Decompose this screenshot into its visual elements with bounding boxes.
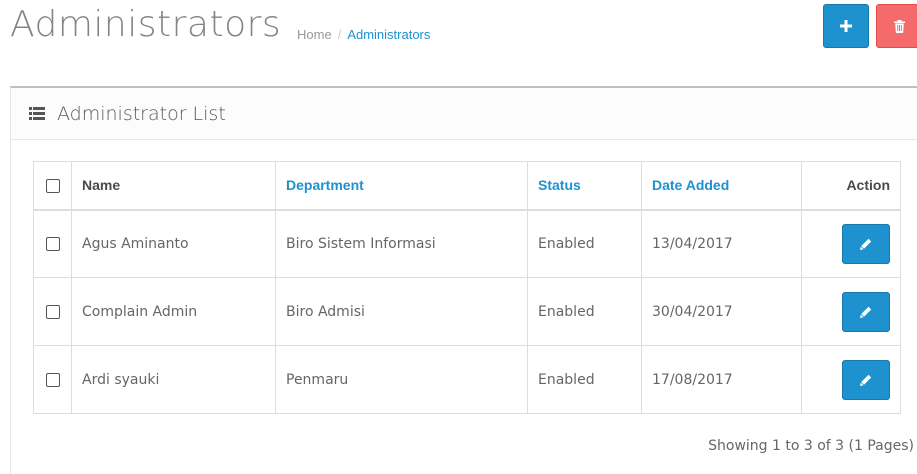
trash-icon [893,19,905,33]
add-new-button[interactable] [823,4,869,48]
column-header-action: Action [801,161,901,211]
cell-department: Biro Admisi [275,277,528,346]
cell-department: Penmaru [275,345,528,414]
delete-button[interactable] [876,4,917,48]
column-header-date-added[interactable]: Date Added [641,161,802,211]
row-checkbox[interactable] [45,236,60,251]
administrators-table: Name Department Status Date Added Action… [33,161,901,414]
edit-button[interactable] [842,223,890,264]
cell-status: Enabled [527,345,642,414]
breadcrumb-separator: / [337,27,342,42]
cell-date-added: 17/08/2017 [641,345,802,414]
cell-status: Enabled [527,209,642,278]
edit-button[interactable] [842,291,890,332]
cell-name: Agus Aminanto [71,209,276,278]
breadcrumb: Home / Administrators [297,27,430,42]
table-row: Agus Aminanto Biro Sistem Informasi Enab… [33,209,901,278]
edit-button[interactable] [842,359,890,400]
table-row: Complain Admin Biro Admisi Enabled 30/04… [33,277,901,346]
cell-status: Enabled [527,277,642,346]
cell-date-added: 13/04/2017 [641,209,802,278]
administrator-list-panel: Administrator List Name Department Statu… [10,86,917,474]
cell-department: Biro Sistem Informasi [275,209,528,278]
panel-heading: Administrator List [11,88,917,140]
column-header-status[interactable]: Status [527,161,642,211]
table-row: Ardi syauki Penmaru Enabled 17/08/2017 [33,345,901,414]
pencil-icon [860,306,872,318]
cell-date-added: 30/04/2017 [641,277,802,346]
cell-name: Complain Admin [71,277,276,346]
column-header-department[interactable]: Department [275,161,528,211]
plus-icon [840,20,852,32]
pencil-icon [860,238,872,250]
page-header: Administrators Home / Administrators [0,0,917,70]
row-checkbox[interactable] [45,372,60,387]
pagination-summary: Showing 1 to 3 of 3 (1 Pages) [708,438,914,454]
list-icon [29,107,45,120]
row-checkbox[interactable] [45,304,60,319]
page-title: Administrators [10,4,282,45]
panel-title: Administrator List [57,102,226,125]
breadcrumb-administrators[interactable]: Administrators [347,27,430,42]
select-all-checkbox[interactable] [45,179,60,194]
pencil-icon [860,374,872,386]
breadcrumb-home[interactable]: Home [297,27,332,42]
column-header-name: Name [71,161,276,211]
table-header-row: Name Department Status Date Added Action [33,161,901,211]
select-all-cell [33,161,72,211]
cell-name: Ardi syauki [71,345,276,414]
